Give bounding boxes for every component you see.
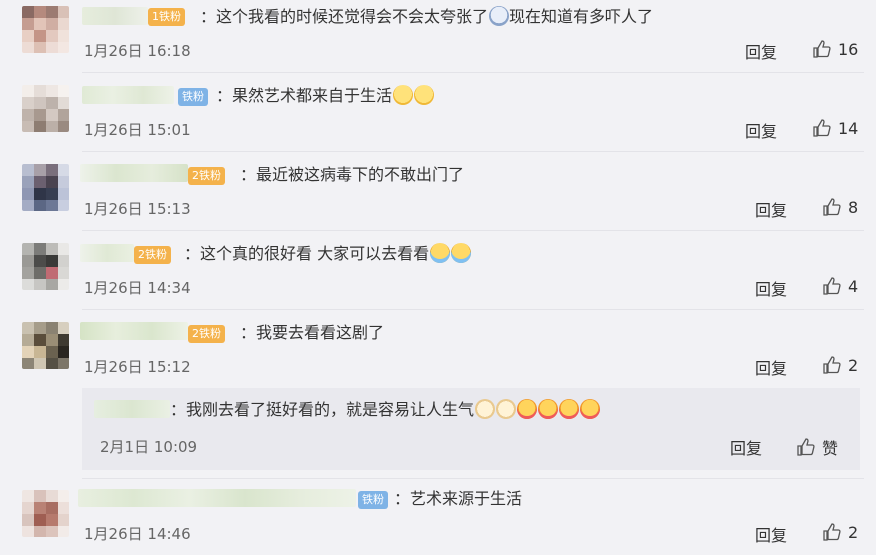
yum-emoji-icon [580,399,601,419]
thumbs-up-icon [813,40,831,58]
divider [82,151,864,152]
like-button[interactable]: 16 [812,39,858,59]
like-count: 2 [848,355,859,375]
yum-emoji-icon [559,399,580,419]
comment-time: 1月26日 16:18 [84,42,191,60]
avatar[interactable] [22,164,69,211]
divider [82,309,864,310]
comment-text: ：果然艺术都来自于生活 [216,85,435,107]
dog-emoji-icon [475,399,496,419]
comment-time: 1月26日 15:12 [84,358,191,376]
username-blurred[interactable] [80,244,134,262]
username-blurred[interactable] [82,86,174,104]
reply-button[interactable]: 回复 [755,197,787,221]
laughing-emoji-icon [414,85,435,105]
thumbs-up-icon [813,119,831,137]
like-button[interactable]: 14 [812,118,858,138]
avatar[interactable] [22,85,69,132]
comment-text: ：这个真的很好看 大家可以去看看 [184,243,472,265]
scared-emoji-icon [489,6,510,26]
username-blurred[interactable] [80,164,188,182]
reply-time: 2月1日 10:09 [100,438,198,456]
like-count: 14 [838,118,859,138]
avatar[interactable] [22,243,69,290]
crying-emoji-icon [430,243,451,263]
username-blurred[interactable] [94,400,170,418]
like-count: 2 [848,522,859,542]
reply-text: ：我刚去看了挺好看的，就是容易让人生气 [170,399,601,421]
reply-button[interactable]: 回复 [755,355,787,379]
username-blurred[interactable] [80,322,188,340]
username-blurred[interactable] [78,489,356,507]
avatar[interactable] [22,322,69,369]
like-button[interactable]: 2 [822,355,858,375]
comment-time: 1月26日 15:13 [84,200,191,218]
yum-emoji-icon [517,399,538,419]
reply-button[interactable]: 回复 [745,39,777,63]
fan-badge: 铁粉 [358,491,388,509]
divider [82,72,864,73]
comment-time: 1月26日 15:01 [84,121,191,139]
like-button[interactable]: 2 [822,522,858,542]
fan-badge: 铁粉 [178,88,208,106]
reply-button[interactable]: 回复 [745,118,777,142]
thumbs-up-icon [823,277,841,295]
comment-time: 1月26日 14:34 [84,279,191,297]
comment-time: 1月26日 14:46 [84,525,191,543]
dog-emoji-icon [496,399,517,419]
comment-text: ：最近被这病毒下的不敢出门了 [240,165,465,184]
thumbs-up-icon [823,356,841,374]
sub-reply: ：我刚去看了挺好看的，就是容易让人生气 2月1日 10:09 回复 赞 [82,388,860,470]
username-blurred[interactable] [82,7,148,25]
reply-button[interactable]: 回复 [755,522,787,546]
reply-button[interactable]: 回复 [730,435,762,459]
like-button[interactable]: 4 [822,276,858,296]
divider [82,230,864,231]
like-button[interactable]: 赞 [796,435,838,459]
like-button[interactable]: 8 [822,197,858,217]
avatar[interactable] [22,490,69,537]
comment-text: ：艺术来源于生活 [394,489,523,508]
crying-emoji-icon [451,243,472,263]
avatar[interactable] [22,6,69,53]
like-count: 8 [848,197,859,217]
like-count: 16 [838,39,859,59]
fan-badge: 2铁粉 [188,325,225,343]
fan-badge: 1铁粉 [148,8,185,26]
fan-badge: 2铁粉 [188,167,225,185]
fan-badge: 2铁粉 [134,246,171,264]
laughing-emoji-icon [393,85,414,105]
like-label: 赞 [822,439,839,458]
thumbs-up-icon [823,523,841,541]
thumbs-up-icon [823,198,841,216]
like-count: 4 [848,276,859,296]
comment-text: ：这个我看的时候还觉得会不会太夸张了 现在知道有多吓人了 [200,6,654,26]
divider [82,478,864,479]
reply-button[interactable]: 回复 [755,276,787,300]
comment-text: ：我要去看看这剧了 [240,323,385,342]
thumbs-up-icon [797,438,815,456]
yum-emoji-icon [538,399,559,419]
